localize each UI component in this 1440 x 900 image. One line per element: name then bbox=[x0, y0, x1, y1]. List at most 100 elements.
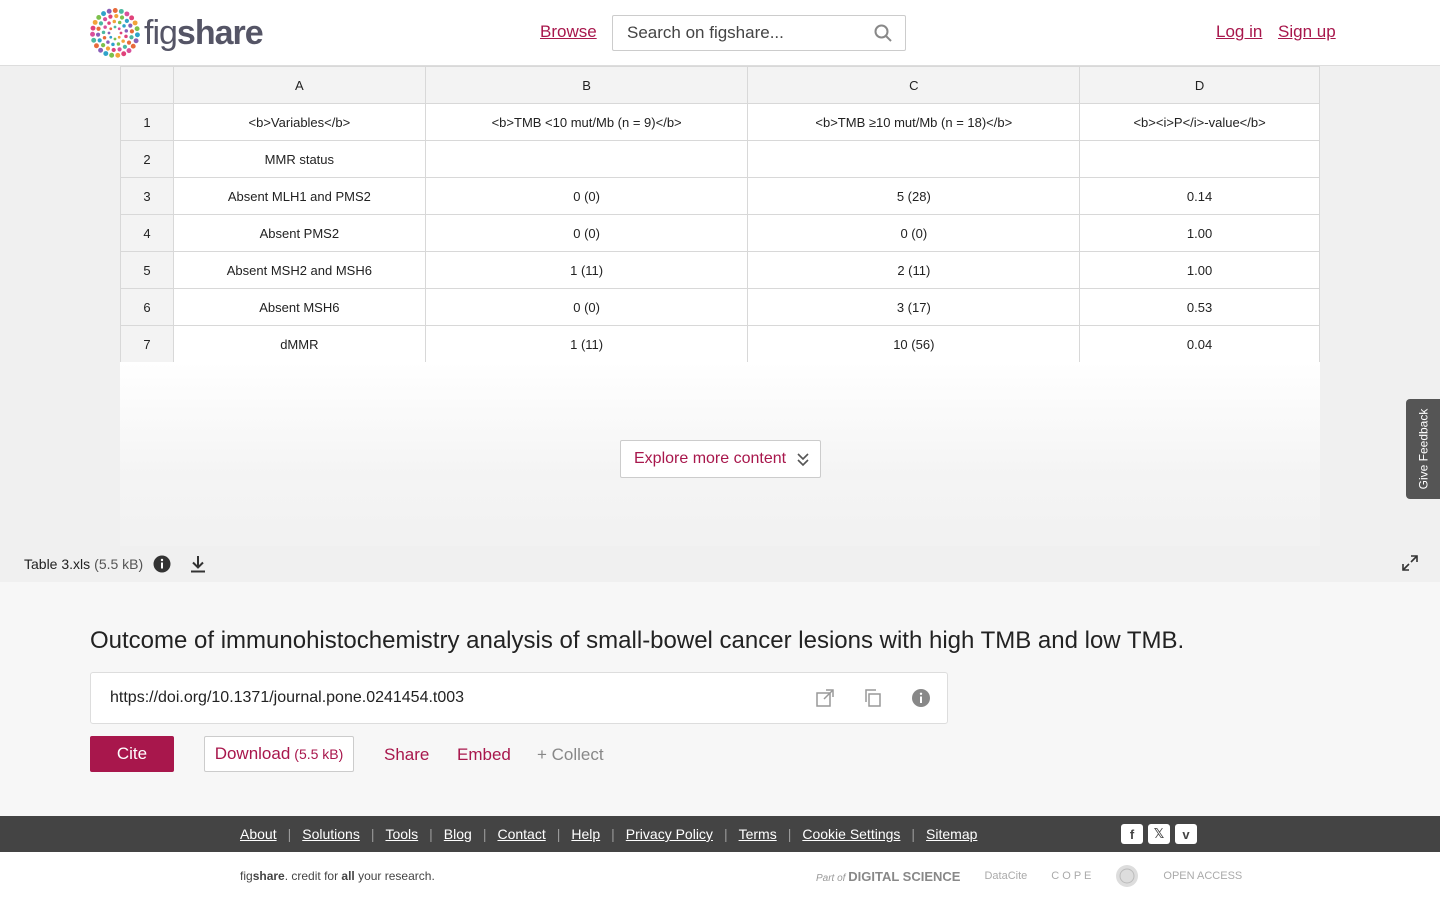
cite-button[interactable]: Cite bbox=[90, 736, 174, 772]
table-cell: 3 (17) bbox=[747, 288, 1081, 326]
vimeo-icon[interactable]: v bbox=[1175, 824, 1197, 844]
tagline-mid: . credit for bbox=[284, 869, 342, 883]
item-details: Outcome of immunohistochemistry analysis… bbox=[0, 582, 1440, 816]
file-size: (5.5 kB) bbox=[94, 556, 144, 572]
footer-link-help[interactable]: Help bbox=[571, 826, 600, 842]
table-cell: <b><i>P</i>-value</b> bbox=[1079, 103, 1320, 141]
footer-links: About | Solutions | Tools | Blog | Contact | Help |… bbox=[240, 826, 977, 842]
external-link-icon[interactable] bbox=[815, 688, 835, 708]
x-icon[interactable]: 𝕏 bbox=[1148, 824, 1170, 844]
ds-name: DIGITAL SCIENCE bbox=[848, 868, 961, 884]
footer-link-cookie-settings[interactable]: Cookie Settings bbox=[802, 826, 900, 842]
table-row: 1 <b>Variables</b> <b>TMB <10 mut/Mb (n = … bbox=[120, 103, 1320, 141]
tagline-share: share bbox=[252, 869, 285, 883]
doi-actions bbox=[815, 688, 931, 708]
logo-text-share: share bbox=[176, 14, 264, 52]
row-number: 6 bbox=[120, 288, 174, 326]
table-cell: Absent MSH2 and MSH6 bbox=[172, 251, 426, 289]
datacite-logo[interactable]: DataCite bbox=[984, 870, 1027, 882]
table-cell: MMR status bbox=[172, 140, 426, 178]
tagline-all: all bbox=[341, 869, 355, 883]
footer-separator: | bbox=[723, 826, 728, 842]
digital-science-logo[interactable]: Part of DIGITAL SCIENCE bbox=[816, 869, 960, 884]
table-row: 2 MMR status bbox=[120, 140, 1320, 178]
cope-logo[interactable]: C O P E bbox=[1051, 870, 1091, 882]
search-icon[interactable] bbox=[873, 23, 893, 43]
column-header: C bbox=[747, 66, 1081, 104]
table-cell: 1 (11) bbox=[424, 325, 749, 363]
table-cell: Absent MLH1 and PMS2 bbox=[172, 177, 426, 215]
download-button-size: (5.5 kB) bbox=[294, 746, 344, 762]
table-cell: 0 (0) bbox=[424, 177, 749, 215]
table-row: 5 Absent MSH2 and MSH6 1 (11) 2 (11) 1.00 bbox=[120, 251, 1320, 289]
footer-tagline: figshare. credit for all your research. bbox=[240, 869, 435, 883]
row-number: 7 bbox=[120, 325, 174, 363]
item-title: Outcome of immunohistochemistry analysis… bbox=[90, 627, 1185, 654]
table-cell: 2 (11) bbox=[747, 251, 1081, 289]
footer-separator: | bbox=[556, 826, 561, 842]
table-cell: 5 (28) bbox=[747, 177, 1081, 215]
info-icon[interactable] bbox=[153, 555, 171, 573]
copy-icon[interactable] bbox=[863, 688, 883, 708]
seal-logo-icon[interactable] bbox=[1115, 864, 1139, 888]
table-cell bbox=[747, 140, 1081, 178]
figshare-logo[interactable]: figshare bbox=[90, 8, 264, 58]
corner-cell bbox=[120, 66, 174, 104]
table-cell: 1.00 bbox=[1079, 251, 1320, 289]
open-access-logo[interactable]: OPEN ACCESS bbox=[1163, 870, 1242, 882]
signup-link[interactable]: Sign up bbox=[1278, 22, 1336, 42]
browse-link[interactable]: Browse bbox=[540, 22, 597, 42]
embed-link[interactable]: Embed bbox=[457, 745, 511, 765]
footer-link-solutions[interactable]: Solutions bbox=[302, 826, 360, 842]
give-feedback-tab[interactable]: Give Feedback bbox=[1406, 399, 1440, 499]
footer-separator: | bbox=[429, 826, 433, 842]
explore-more-label: Explore more content bbox=[634, 450, 787, 467]
table-cell bbox=[424, 140, 749, 178]
search-box[interactable] bbox=[612, 15, 906, 51]
fullscreen-icon[interactable] bbox=[1402, 555, 1418, 571]
table-cell: <b>TMB <10 mut/Mb (n = 9)</b> bbox=[424, 103, 749, 141]
table-cell: Absent PMS2 bbox=[172, 214, 426, 252]
footer-separator: | bbox=[787, 826, 792, 842]
doi-link[interactable]: https://doi.org/10.1371/journal.pone.024… bbox=[110, 689, 464, 707]
collect-link[interactable]: + Collect bbox=[537, 745, 604, 765]
share-link[interactable]: Share bbox=[384, 745, 429, 765]
footer-link-privacy-policy[interactable]: Privacy Policy bbox=[626, 826, 713, 842]
table-cell: 1 (11) bbox=[424, 251, 749, 289]
logo-wordmark: figshare bbox=[144, 14, 264, 52]
facebook-icon[interactable]: f bbox=[1121, 824, 1143, 844]
table-cell: 0.14 bbox=[1079, 177, 1320, 215]
column-header: B bbox=[424, 66, 749, 104]
footer-link-terms[interactable]: Terms bbox=[739, 826, 777, 842]
row-number: 4 bbox=[120, 214, 174, 252]
footer-link-blog[interactable]: Blog bbox=[444, 826, 472, 842]
row-number: 3 bbox=[120, 177, 174, 215]
download-button[interactable]: Download (5.5 kB) bbox=[204, 736, 354, 772]
table-cell: 0 (0) bbox=[424, 214, 749, 252]
download-icon[interactable] bbox=[189, 555, 207, 573]
footer-separator: | bbox=[482, 826, 487, 842]
table-row: 7 dMMR 1 (11) 10 (56) 0.04 bbox=[120, 325, 1320, 363]
double-chevron-down-icon bbox=[797, 453, 809, 467]
footer-link-sitemap[interactable]: Sitemap bbox=[926, 826, 977, 842]
row-number: 2 bbox=[120, 140, 174, 178]
row-number: 5 bbox=[120, 251, 174, 289]
logo-text-fig: fig bbox=[144, 14, 178, 52]
footer-link-about[interactable]: About bbox=[240, 826, 277, 842]
tagline-end: your research. bbox=[354, 869, 435, 883]
footer-link-tools[interactable]: Tools bbox=[385, 826, 418, 842]
ds-prefix: Part of bbox=[816, 872, 846, 884]
search-input[interactable] bbox=[627, 23, 867, 43]
file-bar: Table 3.xls (5.5 kB) bbox=[0, 546, 1440, 582]
table-row: 3 Absent MLH1 and PMS2 0 (0) 5 (28) 0.14 bbox=[120, 177, 1320, 215]
footer-link-contact[interactable]: Contact bbox=[497, 826, 545, 842]
login-link[interactable]: Log in bbox=[1216, 22, 1262, 42]
explore-more-button[interactable]: Explore more content bbox=[620, 440, 821, 478]
download-button-label: Download bbox=[214, 744, 291, 763]
doi-info-icon[interactable] bbox=[911, 688, 931, 708]
footer-separator: | bbox=[611, 826, 615, 842]
file-name: Table 3.xls bbox=[24, 556, 91, 572]
table-cell: 0.53 bbox=[1079, 288, 1320, 326]
give-feedback-label: Give Feedback bbox=[1416, 408, 1430, 490]
table-row: 4 Absent PMS2 0 (0) 0 (0) 1.00 bbox=[120, 214, 1320, 252]
